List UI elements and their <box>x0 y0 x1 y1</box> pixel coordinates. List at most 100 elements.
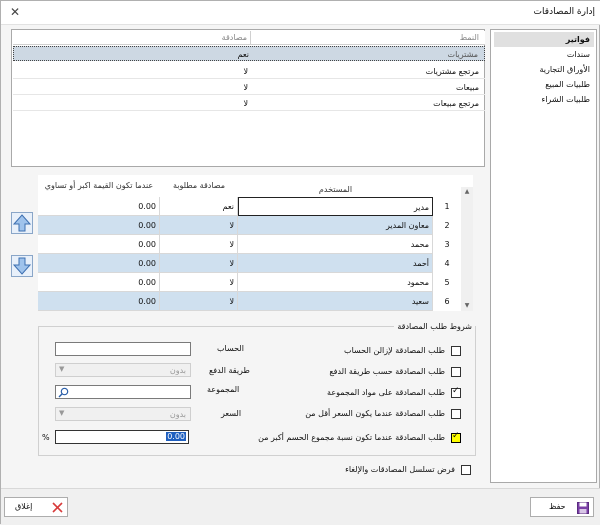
category-item-sales-orders[interactable]: طلبيات المبيع <box>494 77 594 92</box>
row-number: 1 <box>433 197 461 216</box>
row-required[interactable]: لا <box>160 273 238 292</box>
checkbox[interactable] <box>451 367 461 377</box>
row-approval: لا <box>243 83 248 92</box>
category-label: سندات <box>566 50 590 59</box>
arrow-down-icon <box>12 257 32 275</box>
users-grid: عندما تكون القيمة اكبر أو تساوي مصادقة م… <box>38 175 473 311</box>
row-user[interactable]: مدير <box>238 197 433 216</box>
save-button-label: حفظ <box>549 502 566 511</box>
condition-label: طلب المصادقة على مواد المجموعة <box>327 388 445 397</box>
category-label: طلبيات الشراء <box>541 95 590 104</box>
row-approval: لا <box>243 99 248 108</box>
row-required[interactable]: لا <box>160 292 238 311</box>
checkbox[interactable] <box>451 409 461 419</box>
category-list: فواتير سندات الأوراق التجارية طلبيات الم… <box>490 29 597 483</box>
approvals-window: إدارة المصادقات ✕ فواتير سندات الأوراق ا… <box>0 0 600 525</box>
condition-price-below[interactable]: طلب المصادقة عندما يكون السعر أقل من <box>261 408 461 422</box>
row-value[interactable]: 0.00 <box>38 216 160 235</box>
window-title: إدارة المصادقات <box>533 7 595 17</box>
row-approval: نعم <box>237 50 249 59</box>
price-label: السعر <box>221 409 242 418</box>
table-row[interactable]: 0.00 لا محمود 5 <box>38 273 461 292</box>
group-label: المجموعة <box>207 385 240 394</box>
table-row[interactable]: مرتجع مبيعات لا <box>13 96 485 111</box>
close-red-x-icon <box>52 502 63 513</box>
condition-label: طلب المصادقة لإزالن الحساب <box>344 346 445 355</box>
close-button[interactable]: إغلاق <box>4 497 68 517</box>
enforce-sequence[interactable]: فرض تسلسل المصادقات والإلغاء <box>241 464 471 478</box>
row-pattern: مرتجع مشتريات <box>425 67 479 76</box>
row-value[interactable]: 0.00 <box>38 197 160 216</box>
row-required[interactable]: نعم <box>160 197 238 216</box>
pattern-table-header: النمط مصادقة <box>13 31 485 45</box>
row-pattern: مبيعات <box>456 83 479 92</box>
row-pattern: مشتريات <box>447 50 478 59</box>
category-label: طلبيات المبيع <box>545 80 590 89</box>
enforce-label: فرض تسلسل المصادقات والإلغاء <box>345 465 455 474</box>
scroll-up-icon[interactable]: ▲ <box>461 187 473 197</box>
condition-discount-ratio[interactable]: طلب المصادقة عندما تكون نسبة مجموع الحسم… <box>231 431 461 446</box>
bottom-bar: إغلاق حفظ <box>1 488 600 525</box>
category-item-vouchers[interactable]: سندات <box>494 47 594 62</box>
account-input[interactable] <box>55 342 191 356</box>
move-up-button[interactable] <box>11 212 33 234</box>
row-user[interactable]: محمد <box>238 235 433 254</box>
row-number: 2 <box>433 216 461 235</box>
row-required[interactable]: لا <box>160 216 238 235</box>
row-user[interactable]: سعيد <box>238 292 433 311</box>
search-icon[interactable] <box>58 387 69 398</box>
payment-select[interactable]: ▼ بدون <box>55 363 191 377</box>
condition-label: طلب المصادقة عندما يكون السعر أقل من <box>305 409 445 418</box>
condition-payment-method[interactable]: طلب المصادقة حسب طريقة الدفع <box>261 366 461 380</box>
header-required: مصادقة مطلوبة <box>160 175 238 197</box>
table-row[interactable]: 0.00 نعم مدير 1 <box>38 197 461 216</box>
move-down-button[interactable] <box>11 255 33 277</box>
table-row[interactable]: 0.00 لا معاون المدير 2 <box>38 216 461 235</box>
row-user[interactable]: معاون المدير <box>238 216 433 235</box>
scroll-down-icon[interactable]: ▼ <box>461 301 473 311</box>
chevron-down-icon: ▼ <box>59 365 65 373</box>
price-select[interactable]: ▼ بدون <box>55 407 191 421</box>
discount-percent-value: 0.00 <box>166 432 186 441</box>
header-approval: مصادقة <box>13 31 251 44</box>
row-number: 3 <box>433 235 461 254</box>
table-row[interactable]: 0.00 لا أحمد 4 <box>38 254 461 273</box>
condition-group-materials[interactable]: طلب المصادقة على مواد المجموعة <box>261 386 461 401</box>
table-row[interactable]: مشتريات نعم <box>13 46 485 61</box>
row-user[interactable]: أحمد <box>238 254 433 273</box>
row-required[interactable]: لا <box>160 235 238 254</box>
row-value[interactable]: 0.00 <box>38 273 160 292</box>
table-row[interactable]: مبيعات لا <box>13 80 485 95</box>
row-number: 4 <box>433 254 461 273</box>
save-button[interactable]: حفظ <box>530 497 594 517</box>
payment-value: بدون <box>169 366 186 375</box>
chevron-down-icon: ▼ <box>59 409 65 417</box>
percent-sign: % <box>42 433 50 442</box>
table-row[interactable]: 0.00 لا محمد 3 <box>38 235 461 254</box>
group-input[interactable] <box>55 385 191 399</box>
row-value[interactable]: 0.00 <box>38 254 160 273</box>
row-approval: لا <box>243 67 248 76</box>
category-item-commercial-papers[interactable]: الأوراق التجارية <box>494 62 594 77</box>
floppy-disk-icon <box>577 502 589 514</box>
title-bar: إدارة المصادقات ✕ <box>1 1 600 25</box>
discount-percent-input[interactable]: 0.00 <box>55 430 189 444</box>
checkbox[interactable] <box>451 386 461 398</box>
grid-scrollbar[interactable]: ▲ ▼ <box>461 187 473 311</box>
checkbox[interactable] <box>451 346 461 356</box>
condition-remove-account[interactable]: طلب المصادقة لإزالن الحساب <box>261 345 461 359</box>
row-value[interactable]: 0.00 <box>38 235 160 254</box>
row-user[interactable]: محمود <box>238 273 433 292</box>
category-item-purchase-orders[interactable]: طلبيات الشراء <box>494 92 594 107</box>
checkbox[interactable] <box>451 431 461 443</box>
row-required[interactable]: لا <box>160 254 238 273</box>
table-row[interactable]: 0.00 لا سعيد 6 <box>38 292 461 311</box>
table-row[interactable]: مرتجع مشتريات لا <box>13 64 485 79</box>
row-value[interactable]: 0.00 <box>38 292 160 311</box>
header-user: المستخدم <box>238 175 433 197</box>
row-pattern: مرتجع مبيعات <box>433 99 479 108</box>
close-icon[interactable]: ✕ <box>7 4 23 20</box>
checkbox[interactable] <box>461 465 471 475</box>
arrow-up-icon <box>12 214 32 232</box>
category-item-invoices[interactable]: فواتير <box>494 32 594 47</box>
